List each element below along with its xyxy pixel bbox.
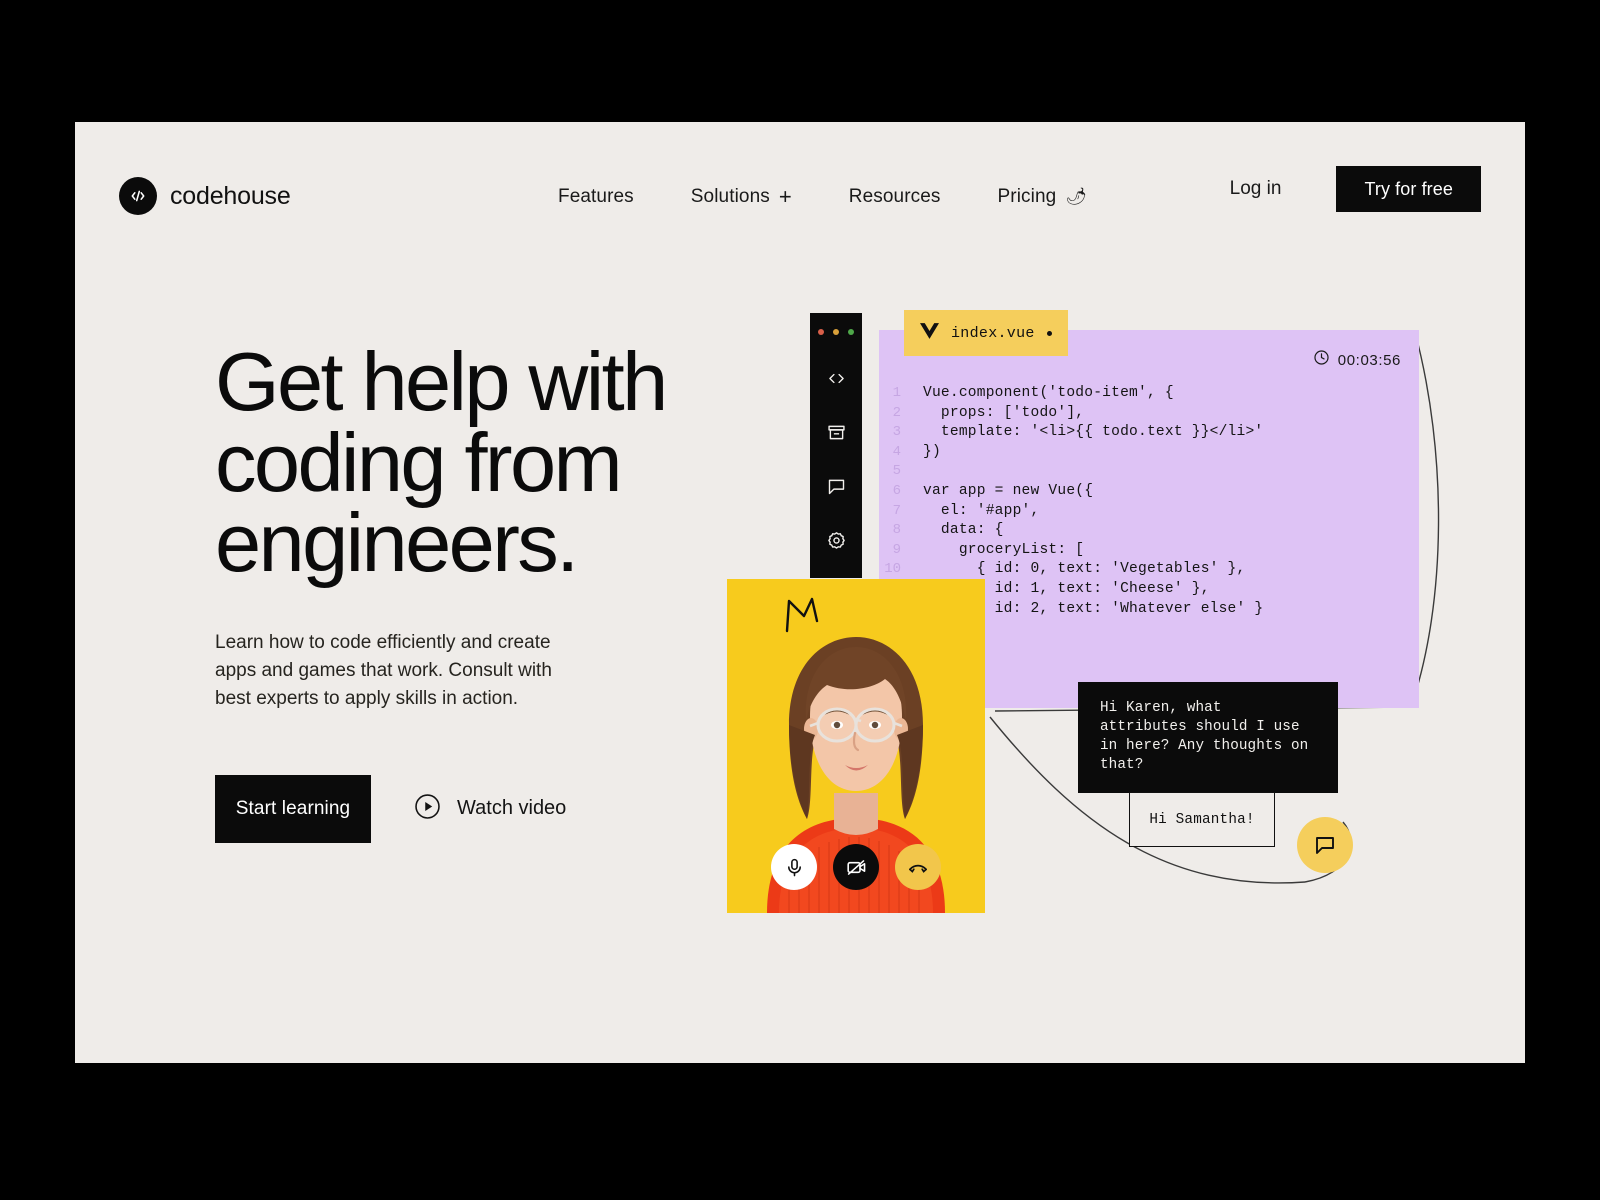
code-line-number: 10 [884, 561, 901, 578]
code-brackets-icon [119, 177, 157, 215]
chat-message-incoming-text: Hi Karen, what attributes should I use i… [1100, 700, 1309, 774]
code-line-number: 2 [892, 404, 901, 421]
code-line: 2 props: ['todo'], [879, 405, 1419, 425]
hero-title-line-3: engineers. [215, 496, 579, 589]
clock-icon [1313, 349, 1330, 371]
code-line-text: props: ['todo'], [923, 404, 1085, 421]
page-title: Get help with coding from engineers. [215, 335, 775, 589]
close-dot-icon[interactable] [818, 329, 824, 335]
editor-sidebar [810, 313, 862, 578]
chat-message-outgoing-text: Hi Samantha! [1149, 811, 1255, 828]
code-line-text: groceryList: [ [923, 541, 1085, 558]
nav-item-features[interactable]: Features [558, 180, 634, 214]
microphone-button[interactable] [771, 844, 817, 890]
landing-page-canvas: codehouse Features Solutions + Resources… [75, 122, 1525, 1063]
hero-title-line-2: coding from [215, 415, 623, 509]
code-line: 5 [879, 463, 1419, 483]
gear-icon[interactable] [825, 529, 847, 551]
nav-label-resources: Resources [848, 186, 941, 207]
nav-label-features: Features [558, 186, 634, 207]
code-line: 1 Vue.component('todo-item', { [879, 385, 1419, 405]
timer-value: 00:03:56 [1337, 351, 1401, 369]
code-line: 8 data: { [879, 522, 1419, 542]
archive-icon[interactable] [825, 421, 847, 443]
nav-label-pricing: Pricing [997, 186, 1057, 207]
start-learning-button[interactable]: Start learning [215, 774, 371, 843]
code-line-number: 9 [892, 541, 901, 558]
main-nav: Features Solutions + Resources Pricing 🌶 [558, 180, 1087, 214]
camera-off-button[interactable] [833, 844, 879, 890]
code-line-text: { id: 0, text: 'Vegetables' }, [923, 561, 1246, 578]
chili-pepper-icon: 🌶 [1065, 187, 1087, 206]
hero-title-line-1: Get help with [215, 335, 668, 428]
code-line: 10 { id: 0, text: 'Vegetables' }, [879, 561, 1419, 581]
file-tab-name: index.vue [951, 324, 1035, 342]
session-timer: 00:03:56 [1313, 349, 1401, 371]
code-line-number: 4 [892, 443, 901, 460]
try-for-free-button[interactable]: Try for free [1336, 166, 1481, 212]
brand-logo[interactable]: codehouse [119, 177, 291, 215]
screenshot-stage: codehouse Features Solutions + Resources… [0, 0, 1600, 1200]
code-line: 6 var app = new Vue({ [879, 483, 1419, 503]
chat-bubble-icon[interactable] [825, 475, 847, 497]
code-line-text: template: '<li>{{ todo.text }}</li>' [923, 424, 1264, 441]
play-circle-icon [414, 793, 441, 825]
nav-item-resources[interactable]: Resources [849, 180, 941, 214]
code-line-number: 8 [892, 522, 901, 539]
code-line-text: data: { [923, 522, 1004, 539]
code-line-number: 7 [892, 502, 901, 519]
maximize-dot-icon[interactable] [848, 329, 854, 335]
code-line: 9 groceryList: [ [879, 542, 1419, 562]
call-controls [727, 844, 985, 890]
header-actions: Log in Try for free [1230, 166, 1481, 212]
nav-item-solutions[interactable]: Solutions + [691, 180, 792, 214]
code-line: 3 template: '<li>{{ todo.text }}</li>' [879, 424, 1419, 444]
hero-cta-group: Start learning Watch video [215, 774, 775, 843]
code-line-text: }) [923, 443, 941, 460]
code-icon[interactable] [825, 367, 847, 389]
video-call-card [727, 579, 985, 913]
plus-icon: + [778, 184, 792, 209]
code-line: 4}) [879, 444, 1419, 464]
code-line-text: var app = new Vue({ [923, 482, 1094, 499]
site-header: codehouse Features Solutions + Resources… [75, 122, 1525, 272]
window-traffic-lights [818, 329, 854, 335]
code-line-number: 6 [892, 482, 901, 499]
end-call-button[interactable] [895, 844, 941, 890]
code-line-number: 3 [892, 424, 901, 441]
code-line-number: 1 [892, 385, 901, 401]
code-line-text: el: '#app', [923, 502, 1040, 519]
hero-section: Get help with coding from engineers. Lea… [215, 335, 775, 843]
brand-name: codehouse [170, 181, 291, 210]
watch-video-button[interactable]: Watch video [414, 793, 566, 825]
file-tab-index-vue[interactable]: index.vue [904, 310, 1068, 356]
code-line-text: Vue.component('todo-item', { [923, 385, 1174, 401]
chat-fab-button[interactable] [1297, 817, 1353, 873]
chat-message-outgoing: Hi Samantha! [1129, 792, 1275, 847]
code-line-number: 5 [892, 463, 901, 480]
watch-video-label: Watch video [457, 797, 567, 820]
hero-subtitle: Learn how to code efficiently and create… [215, 631, 552, 709]
nav-item-pricing[interactable]: Pricing 🌶 [998, 180, 1087, 214]
login-link[interactable]: Log in [1230, 178, 1282, 200]
chat-message-incoming: Hi Karen, what attributes should I use i… [1078, 682, 1338, 793]
nav-label-solutions: Solutions [690, 186, 770, 207]
vue-logo-icon [920, 322, 939, 344]
minimize-dot-icon[interactable] [833, 329, 839, 335]
unsaved-indicator-dot [1047, 330, 1052, 336]
code-line: 7 el: '#app', [879, 503, 1419, 523]
